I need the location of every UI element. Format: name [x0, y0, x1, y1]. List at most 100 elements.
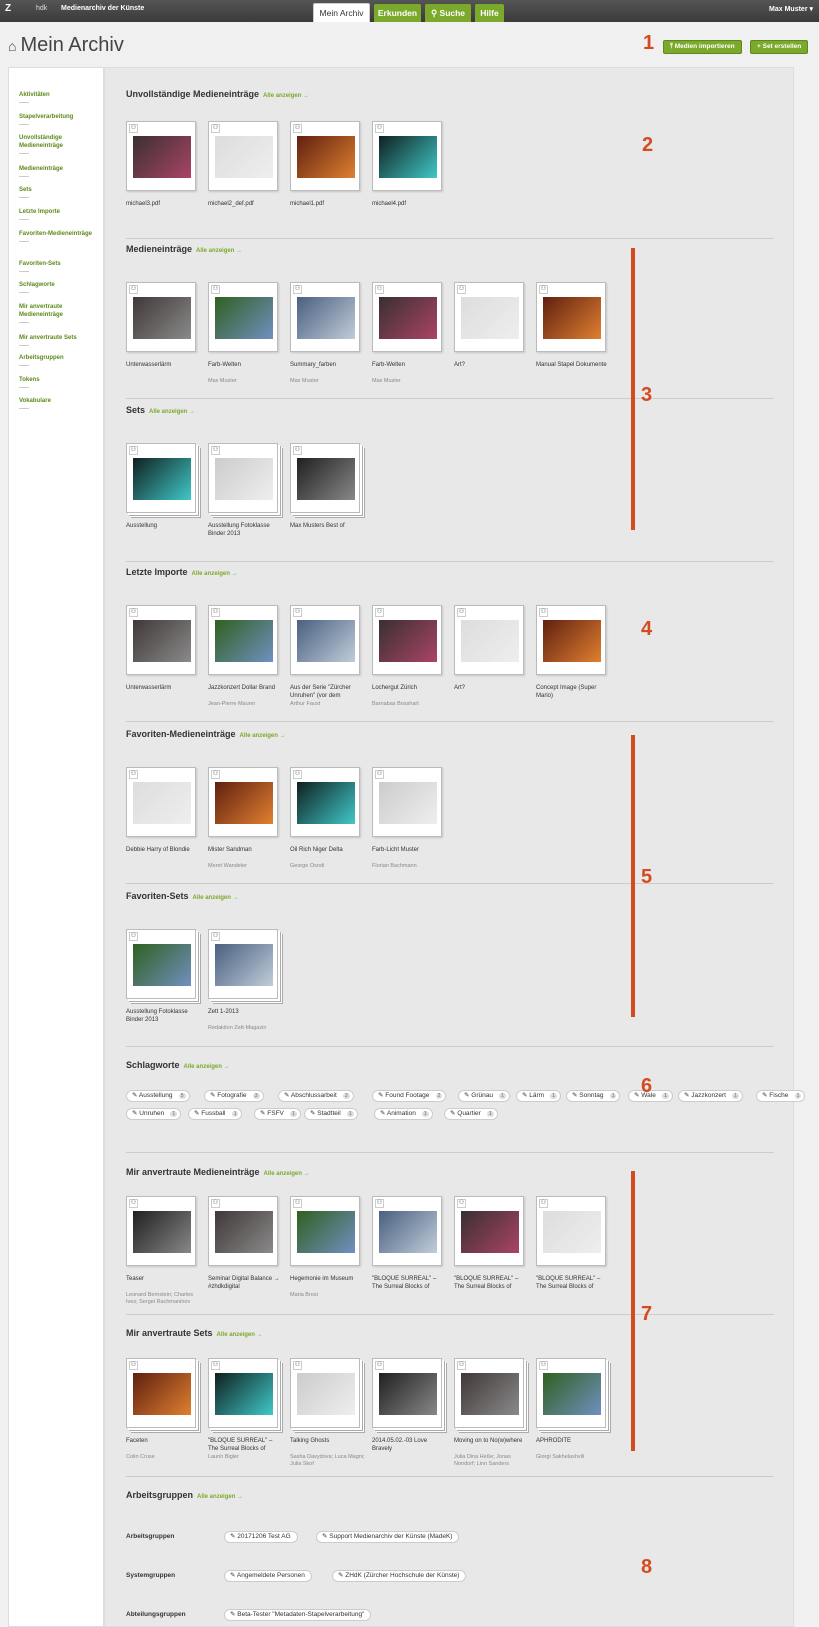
- thumbnail[interactable]: ⚇: [126, 767, 196, 837]
- sidebar-item[interactable]: Mir anvertraute Medieneinträge: [19, 303, 99, 323]
- keyword-tag[interactable]: ✎ Animation 1: [374, 1108, 433, 1120]
- logo[interactable]: Z: [5, 3, 11, 14]
- keyword-tag[interactable]: ✎ Fische 1: [756, 1090, 806, 1102]
- group-tag[interactable]: ✎ 20171206 Test AG: [224, 1531, 298, 1543]
- thumbnail[interactable]: ⚇: [290, 282, 360, 352]
- keyword-tag[interactable]: ✎ Found Footage 2: [372, 1090, 447, 1102]
- sidebar-item[interactable]: Stapelverarbeitung: [19, 113, 99, 125]
- thumbnail[interactable]: ⚇: [126, 605, 196, 675]
- thumbnail-title[interactable]: Mister Sandman: [208, 846, 283, 854]
- tab-suche[interactable]: ⚲ Suche: [425, 4, 471, 22]
- thumbnail[interactable]: ⚇: [454, 282, 524, 352]
- show-all-link[interactable]: Alle anzeigen →: [240, 733, 286, 739]
- thumbnail[interactable]: ⚇: [208, 605, 278, 675]
- thumbnail-title[interactable]: Oil Rich Niger Delta: [290, 846, 365, 854]
- thumbnail-title[interactable]: michael4.pdf: [372, 200, 447, 208]
- keyword-tag[interactable]: ✎ Unruhen 1: [126, 1108, 182, 1120]
- show-all-link[interactable]: Alle anzeigen →: [263, 93, 309, 99]
- thumbnail-title[interactable]: "BLOQUE SURREAL" – The Surreal Blocks of: [208, 1437, 283, 1453]
- sidebar-item[interactable]: Favoriten-Medieneinträge: [19, 230, 99, 242]
- thumbnail-title[interactable]: "BLOQUE SURREAL" – The Surreal Blocks of: [536, 1275, 611, 1291]
- thumbnail[interactable]: ⚇: [536, 605, 606, 675]
- thumbnail-title[interactable]: michael2_def.pdf: [208, 200, 283, 208]
- keyword-tag[interactable]: ✎ Stadtteil 1: [304, 1108, 358, 1120]
- thumbnail[interactable]: ⚇: [208, 443, 278, 513]
- thumbnail-title[interactable]: Talking Ghosts: [290, 1437, 365, 1445]
- thumbnail[interactable]: ⚇: [208, 767, 278, 837]
- thumbnail[interactable]: ⚇: [208, 929, 278, 999]
- group-tag[interactable]: ✎ Angemeldete Personen: [224, 1570, 312, 1582]
- show-all-link[interactable]: Alle anzeigen →: [149, 409, 195, 415]
- sidebar-item[interactable]: Unvollständige Medieneinträge: [19, 134, 99, 154]
- thumbnail-title[interactable]: Zett 1-2013: [208, 1008, 283, 1016]
- group-tag[interactable]: ✎ Beta-Tester "Metadaten-Stapelverarbeit…: [224, 1609, 372, 1621]
- thumbnail-title[interactable]: Concept Image (Super Mario): [536, 684, 611, 700]
- thumbnail[interactable]: ⚇: [454, 605, 524, 675]
- thumbnail[interactable]: ⚇: [290, 443, 360, 513]
- show-all-link[interactable]: Alle anzeigen →: [193, 895, 239, 901]
- thumbnail-title[interactable]: "BLOQUE SURREAL" – The Surreal Blocks of: [454, 1275, 529, 1291]
- tab-mein-archiv[interactable]: Mein Archiv: [313, 3, 370, 22]
- app-title[interactable]: Medienarchiv der Künste: [61, 5, 144, 12]
- thumbnail-title[interactable]: Ausstellung Fotoklasse Binder 2013: [126, 1008, 201, 1024]
- thumbnail[interactable]: ⚇: [536, 1358, 606, 1428]
- thumbnail[interactable]: ⚇: [454, 1196, 524, 1266]
- keyword-tag[interactable]: ✎ Jazzkonzert 1: [678, 1090, 743, 1102]
- thumbnail-title[interactable]: Faceten: [126, 1437, 201, 1445]
- tab-hilfe[interactable]: Hilfe: [475, 4, 504, 22]
- thumbnail[interactable]: ⚇: [372, 1358, 442, 1428]
- thumbnail[interactable]: ⚇: [208, 1358, 278, 1428]
- thumbnail-title[interactable]: Manual Stapel Dokumente: [536, 361, 611, 369]
- thumbnail[interactable]: ⚇: [372, 605, 442, 675]
- thumbnail-title[interactable]: Unterwasserlärm: [126, 684, 201, 692]
- thumbnail[interactable]: ⚇: [126, 1196, 196, 1266]
- thumbnail[interactable]: ⚇: [290, 121, 360, 191]
- sidebar-item[interactable]: Tokens: [19, 376, 99, 388]
- show-all-link[interactable]: Alle anzeigen →: [264, 1171, 310, 1177]
- thumbnail-title[interactable]: Seminar Digital Balance → #zhdkdigital: [208, 1275, 283, 1291]
- thumbnail[interactable]: ⚇: [290, 767, 360, 837]
- thumbnail[interactable]: ⚇: [290, 1358, 360, 1428]
- keyword-tag[interactable]: ✎ Sonntag 1: [566, 1090, 621, 1102]
- keyword-tag[interactable]: ✎ Quartier 1: [444, 1108, 498, 1120]
- thumbnail[interactable]: ⚇: [208, 1196, 278, 1266]
- group-tag[interactable]: ✎ ZHdK (Zürcher Hochschule der Künste): [332, 1570, 467, 1582]
- thumbnail[interactable]: ⚇: [126, 1358, 196, 1428]
- thumbnail-title[interactable]: Debbie Harry of Blondie: [126, 846, 201, 854]
- show-all-link[interactable]: Alle anzeigen →: [192, 571, 238, 577]
- thumbnail[interactable]: ⚇: [536, 1196, 606, 1266]
- sidebar-item[interactable]: Vokabulare: [19, 397, 99, 409]
- thumbnail[interactable]: ⚇: [126, 443, 196, 513]
- sidebar-item[interactable]: Mir anvertraute Sets: [19, 334, 99, 346]
- thumbnail-title[interactable]: APHRODITE: [536, 1437, 611, 1445]
- thumbnail-title[interactable]: Moving on to No(w)where: [454, 1437, 529, 1445]
- keyword-tag[interactable]: ✎ Fotografie 3: [204, 1090, 264, 1102]
- keyword-tag[interactable]: ✎ Ausstellung 5: [126, 1090, 190, 1102]
- thumbnail-title[interactable]: "BLOQUE SURREAL" – The Surreal Blocks of: [372, 1275, 447, 1291]
- thumbnail-title[interactable]: Farb-Licht Muster: [372, 846, 447, 854]
- keyword-tag[interactable]: ✎ Abschlussarbeit 2: [278, 1090, 354, 1102]
- thumbnail[interactable]: ⚇: [372, 121, 442, 191]
- thumbnail-title[interactable]: Ausstellung: [126, 522, 201, 530]
- thumbnail-title[interactable]: 2014.05.02.-03 Love Bravely: [372, 1437, 447, 1453]
- thumbnail-title[interactable]: Farb-Welten: [208, 361, 283, 369]
- thumbnail-title[interactable]: Aus der Serie "Zürcher Unruhen" (vor dem: [290, 684, 365, 700]
- thumbnail[interactable]: ⚇: [454, 1358, 524, 1428]
- sidebar-item[interactable]: Schlagworte: [19, 281, 99, 293]
- thumbnail-title[interactable]: Farb-Welten: [372, 361, 447, 369]
- thumbnail[interactable]: ⚇: [372, 1196, 442, 1266]
- thumbnail-title[interactable]: Teaser: [126, 1275, 201, 1283]
- sidebar-item[interactable]: Arbeitsgruppen: [19, 354, 99, 366]
- thumbnail-title[interactable]: Art?: [454, 361, 529, 369]
- sidebar-item[interactable]: Favoriten-Sets: [19, 260, 99, 272]
- keyword-tag[interactable]: ✎ Lärm 1: [516, 1090, 562, 1102]
- create-set-button[interactable]: + Set erstellen: [750, 40, 809, 54]
- thumbnail-title[interactable]: michael1.pdf: [290, 200, 365, 208]
- keyword-tag[interactable]: ✎ Fussball 1: [188, 1108, 243, 1120]
- thumbnail-title[interactable]: Hegemonie im Museum: [290, 1275, 365, 1283]
- group-tag[interactable]: ✎ Support Medienarchiv der Künste (MadeK…: [316, 1531, 460, 1543]
- thumbnail[interactable]: ⚇: [126, 929, 196, 999]
- thumbnail-title[interactable]: Art?: [454, 684, 529, 692]
- tab-erkunden[interactable]: Erkunden: [374, 4, 421, 22]
- show-all-link[interactable]: Alle anzeigen →: [196, 248, 242, 254]
